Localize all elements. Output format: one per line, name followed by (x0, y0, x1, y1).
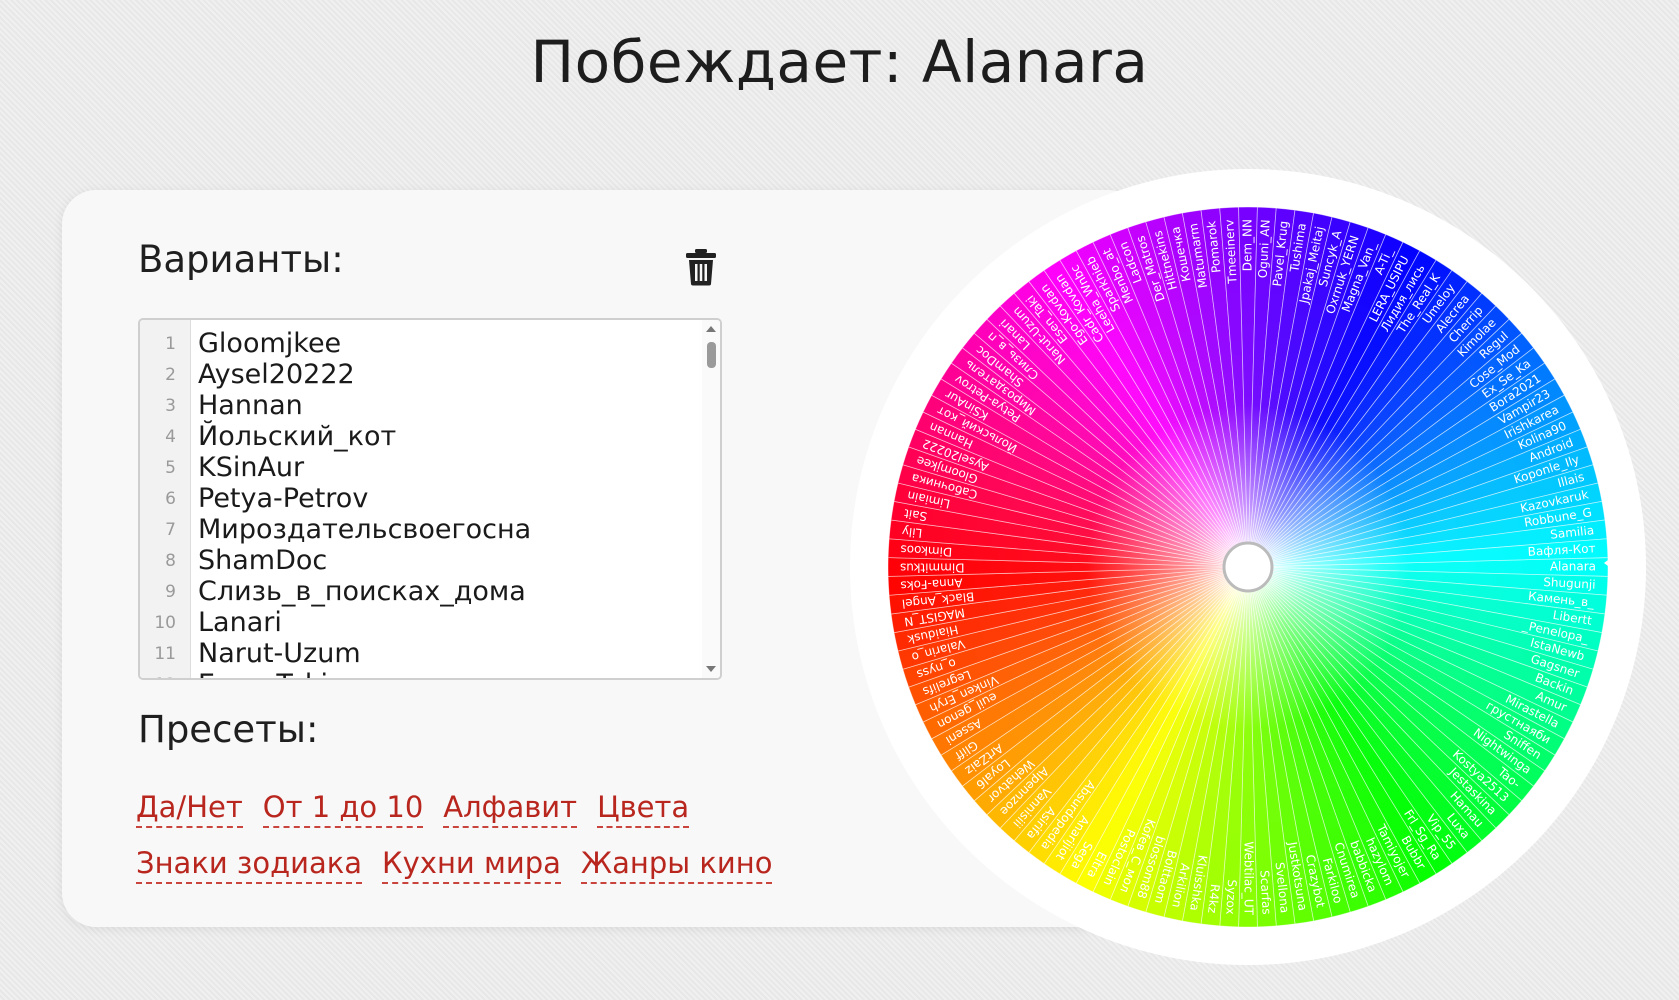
line-number: 12 (140, 675, 186, 679)
line-number: 3 (165, 395, 176, 416)
option-text[interactable]: Esen_Taki (186, 669, 328, 678)
winner-title: Побеждает: Alanara (530, 28, 1149, 96)
option-text[interactable]: Мироздательсвоегосна (186, 514, 531, 545)
option-line[interactable]: 8 ShamDoc (140, 545, 700, 576)
option-line[interactable]: 11 Narut-Uzum (140, 638, 700, 669)
line-number: 5 (165, 457, 176, 478)
line-number: 9 (165, 581, 176, 602)
option-line[interactable]: 4 Йольский_кот (140, 421, 700, 452)
line-number: 6 (165, 488, 176, 509)
preset-yes-no[interactable]: Да/Нет (136, 790, 243, 828)
options-list: 1 Gloomjkee 2 Aysel20222 3 Hannan 4 Йоль… (140, 328, 700, 679)
line-number: 4 (165, 426, 176, 447)
scroll-down-arrow-icon[interactable] (706, 666, 716, 672)
option-line[interactable]: 2 Aysel20222 (140, 359, 700, 390)
editor-scrollbar[interactable] (702, 320, 720, 678)
option-text[interactable]: Gloomjkee (186, 328, 341, 359)
option-text[interactable]: Hannan (186, 390, 303, 421)
preset-zodiac[interactable]: Знаки зодиака (136, 846, 363, 884)
presets-list: Да/Нет От 1 до 10 Алфавит Цвета Знаки зо… (136, 790, 773, 902)
presets-title: Пресеты: (138, 708, 319, 751)
scroll-up-arrow-icon[interactable] (706, 326, 716, 332)
option-line[interactable]: 12 Esen_Taki (140, 669, 700, 679)
options-editor[interactable]: 1 Gloomjkee 2 Aysel20222 3 Hannan 4 Йоль… (138, 318, 722, 680)
line-number: 2 (165, 364, 176, 385)
page: Побеждает: Alanara Варианты: 1 Gloomjkee… (0, 0, 1679, 1000)
presets-row: Да/Нет От 1 до 10 Алфавит Цвета (136, 790, 756, 828)
presets-row: Знаки зодиака Кухни мира Жанры кино (136, 846, 773, 884)
option-line[interactable]: 6 Petya-Petrov (140, 483, 700, 514)
wheel-pointer-icon (1604, 551, 1620, 575)
line-number: 8 (165, 550, 176, 571)
option-text[interactable]: ShamDoc (186, 545, 327, 576)
wheel-graphic[interactable]: AlanaraShugunjiКамень_в_Libertt_Penelopa… (843, 162, 1653, 972)
trash-icon[interactable] (685, 248, 717, 286)
preset-movie-genres[interactable]: Жанры кино (580, 846, 773, 884)
line-number: 10 (154, 612, 176, 633)
option-line[interactable]: 9 Слизь_в_поисках_дома (140, 576, 700, 607)
option-line[interactable]: 5 KSinAur (140, 452, 700, 483)
line-number: 7 (165, 519, 176, 540)
option-text[interactable]: Слизь_в_поисках_дома (186, 576, 526, 607)
option-line[interactable]: 10 Lanari (140, 607, 700, 638)
option-text[interactable]: Petya-Petrov (186, 483, 368, 514)
option-text[interactable]: KSinAur (186, 452, 304, 483)
preset-colors[interactable]: Цвета (597, 790, 690, 828)
line-number: 11 (154, 643, 176, 664)
line-number: 1 (165, 333, 176, 354)
option-text[interactable]: Йольский_кот (186, 421, 396, 452)
preset-cuisines[interactable]: Кухни мира (382, 846, 561, 884)
wheel-hub[interactable] (1222, 541, 1274, 593)
preset-alphabet[interactable]: Алфавит (443, 790, 578, 828)
option-line[interactable]: 7 Мироздательсвоегосна (140, 514, 700, 545)
spin-wheel[interactable]: AlanaraShugunjiКамень_в_Libertt_Penelopa… (843, 162, 1653, 972)
option-text[interactable]: Narut-Uzum (186, 638, 361, 669)
option-line[interactable]: 3 Hannan (140, 390, 700, 421)
preset-1-to-10[interactable]: От 1 до 10 (262, 790, 424, 828)
option-text[interactable]: Aysel20222 (186, 359, 355, 390)
option-line[interactable]: 1 Gloomjkee (140, 328, 700, 359)
option-text[interactable]: Lanari (186, 607, 282, 638)
options-title: Варианты: (138, 238, 344, 281)
scrollbar-thumb[interactable] (707, 342, 716, 368)
